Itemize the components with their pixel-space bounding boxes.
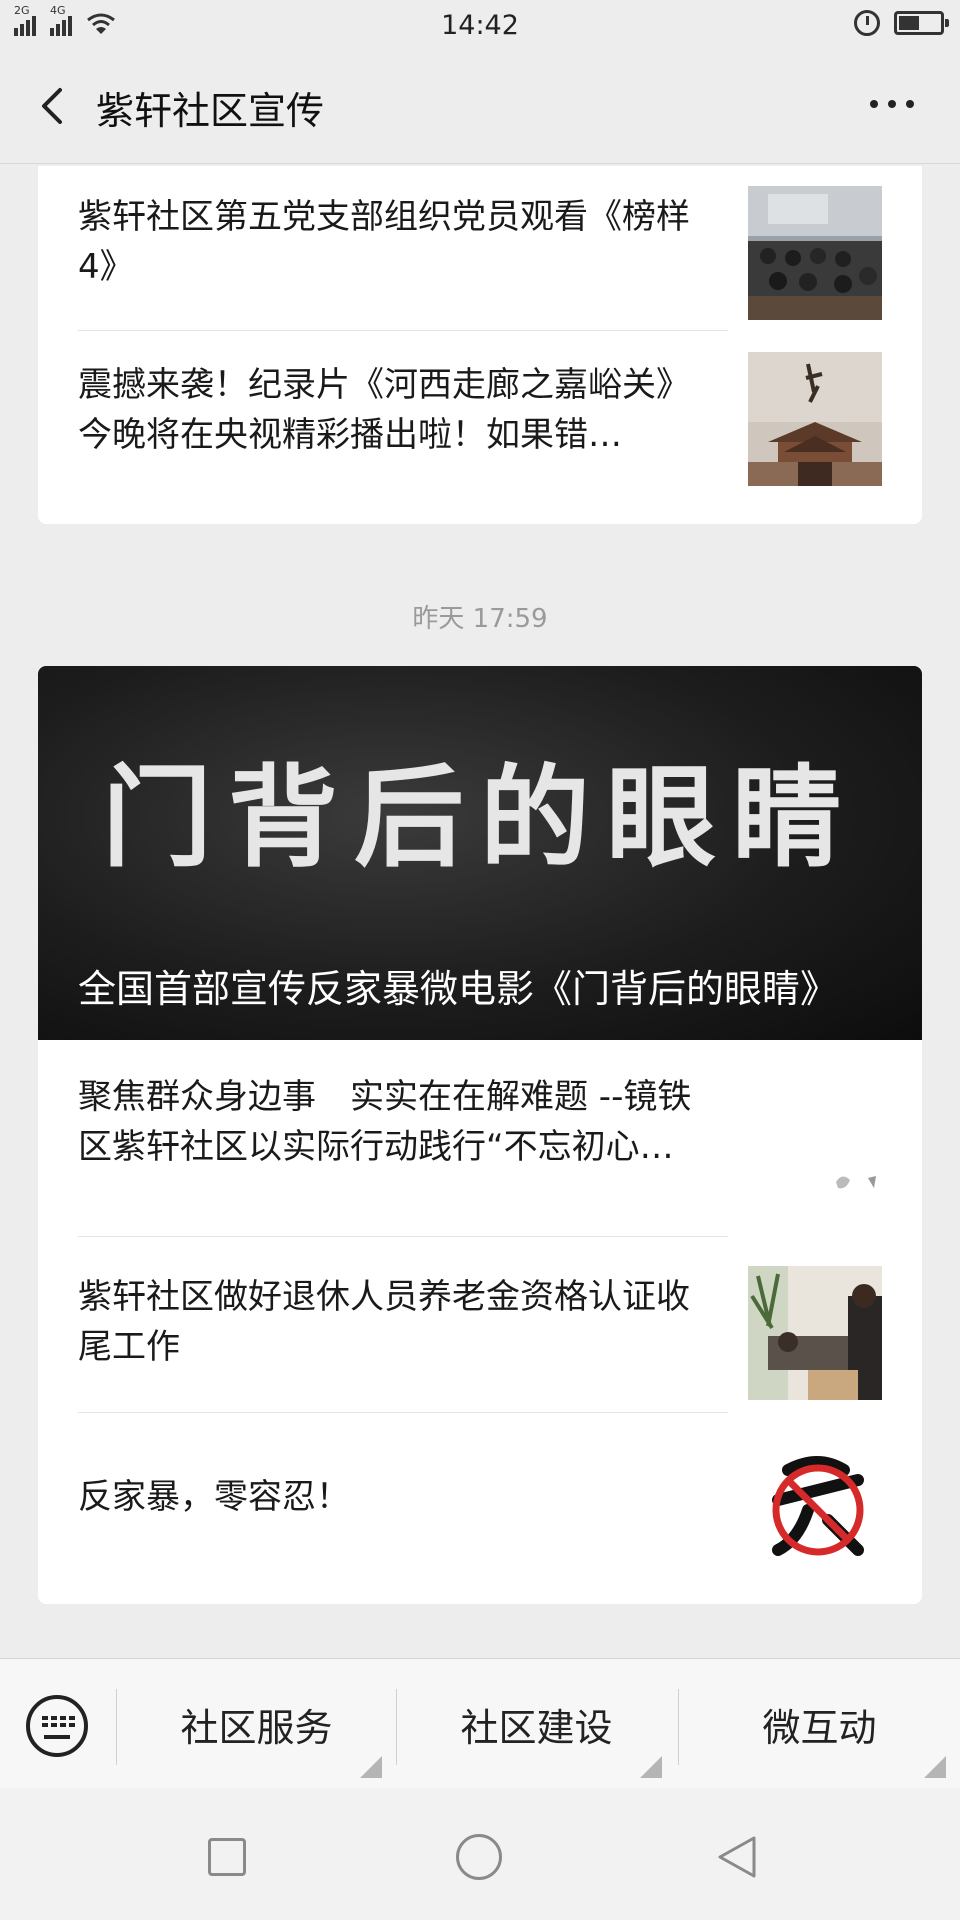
bottom-menu: 社区服务 社区建设 微互动 — [0, 1658, 960, 1788]
article-thumbnail — [748, 186, 882, 320]
alarm-icon — [854, 10, 880, 36]
menu-community-building[interactable]: 社区建设 — [397, 1659, 676, 1789]
timestamp: 昨天 17:59 — [412, 604, 548, 634]
article-title: 紫轩社区第五党支部组织党员观看《榜样4》 — [78, 197, 690, 287]
article-thumbnail — [748, 1440, 882, 1574]
article-thumbnail — [748, 352, 882, 486]
article-item[interactable]: 反家暴，零容忍！ — [78, 1432, 882, 1580]
status-time: 14:42 — [441, 10, 519, 41]
article-title: 震撼来袭！纪录片《河西走廊之嘉峪关》今晚将在央视精彩播出啦！如果错… — [78, 365, 690, 455]
chevron-left-icon[interactable] — [34, 86, 74, 126]
article-title: 紫轩社区做好退休人员养老金资格认证收尾工作 — [78, 1277, 690, 1367]
divider — [78, 1412, 728, 1413]
hero-title: 全国首部宣传反家暴微电影《门背后的眼睛》 — [78, 967, 839, 1011]
more-dots-icon[interactable] — [870, 100, 914, 108]
submenu-indicator — [640, 1756, 662, 1778]
hero-image-text: 门背后的眼睛 — [102, 753, 858, 882]
article-thumbnail — [748, 1070, 882, 1204]
article-group-2: 门背后的眼睛 全国首部宣传反家暴微电影《门背后的眼睛》 聚焦群众身边事 实实在在… — [38, 666, 922, 1604]
page-title: 紫轩社区宣传 — [96, 89, 325, 133]
article-item[interactable]: 紫轩社区第五党支部组织党员观看《榜样4》 — [78, 176, 882, 320]
menu-community-service[interactable]: 社区服务 — [117, 1659, 396, 1789]
article-item[interactable]: 震撼来袭！纪录片《河西走廊之嘉峪关》今晚将在央视精彩播出啦！如果错… — [78, 352, 882, 486]
divider — [78, 1236, 728, 1237]
article-item[interactable]: 紫轩社区做好退休人员养老金资格认证收尾工作 — [78, 1256, 882, 1404]
article-title: 反家暴，零容忍！ — [78, 1477, 350, 1517]
divider — [78, 330, 728, 331]
article-thumbnail — [748, 1266, 882, 1400]
status-bar: 2G 4G 14:42 — [0, 0, 960, 50]
system-nav-bar — [0, 1788, 960, 1920]
home-icon[interactable] — [456, 1834, 502, 1880]
title-bar: 紫轩社区宣传 — [0, 50, 960, 164]
submenu-indicator — [360, 1756, 382, 1778]
back-triangle-icon[interactable] — [712, 1832, 762, 1882]
article-item[interactable]: 聚焦群众身边事 实实在在解难题 --镜铁区紫轩社区以实际行动践行“不忘初心… — [78, 1060, 882, 1208]
recent-apps-icon[interactable] — [208, 1838, 246, 1876]
article-group-1: 紫轩社区第五党支部组织党员观看《榜样4》 震撼来袭！纪录片《河西走廊之嘉峪关》今… — [38, 166, 922, 524]
battery-icon — [894, 11, 949, 35]
hero-article[interactable]: 门背后的眼睛 全国首部宣传反家暴微电影《门背后的眼睛》 — [38, 666, 922, 1040]
keyboard-icon[interactable] — [26, 1695, 88, 1757]
submenu-indicator — [924, 1756, 946, 1778]
menu-micro-interaction[interactable]: 微互动 — [679, 1659, 960, 1789]
hero-image: 门背后的眼睛 — [102, 753, 858, 882]
article-title: 聚焦群众身边事 实实在在解难题 --镜铁区紫轩社区以实际行动践行“不忘初心… — [78, 1077, 692, 1167]
